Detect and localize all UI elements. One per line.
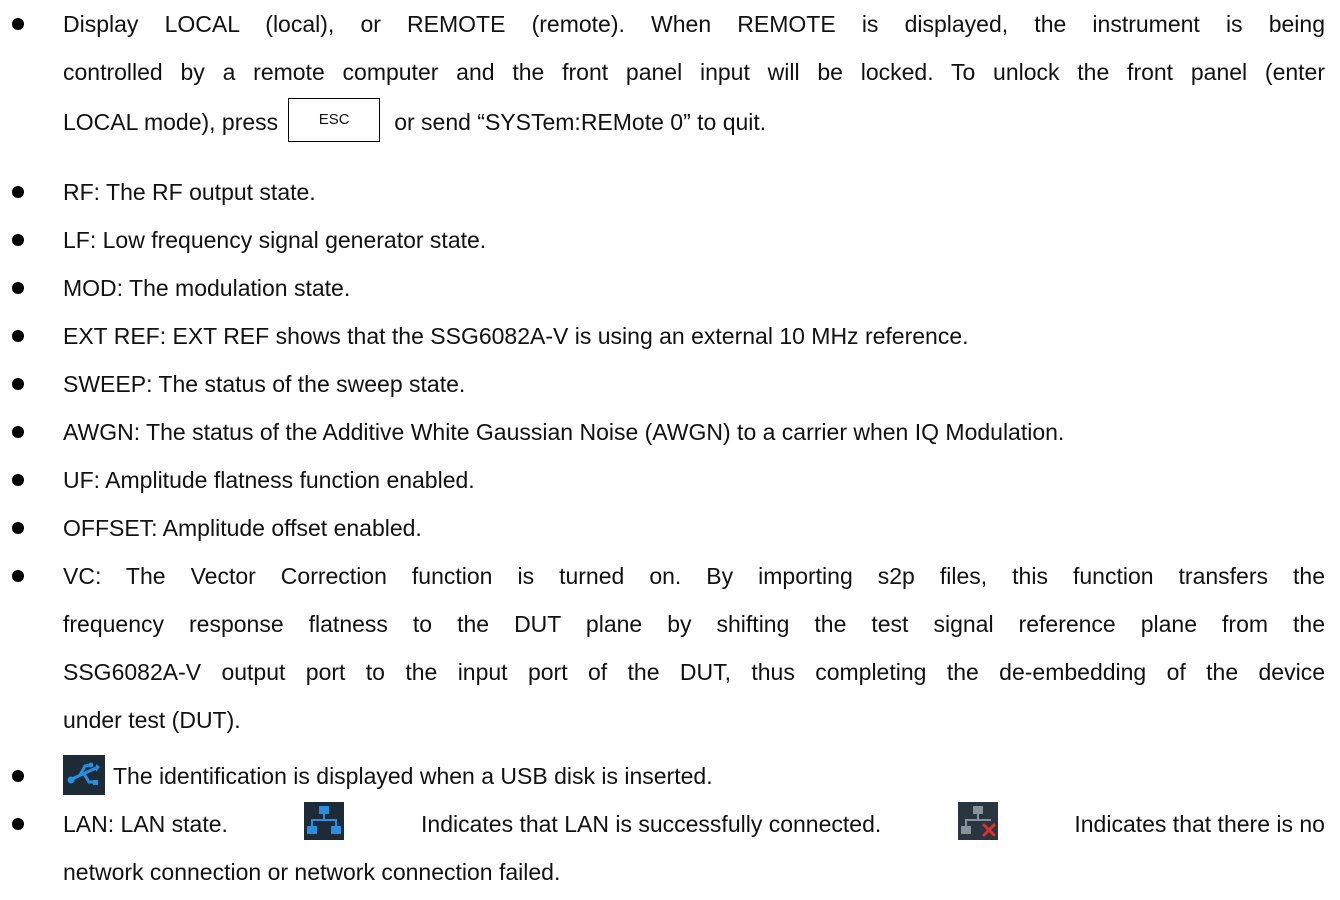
bullet-dot	[12, 818, 24, 830]
text-line: MOD: The modulation state.	[63, 275, 351, 301]
list-item-text: MOD: The modulation state.	[63, 264, 1325, 312]
list-item-text: EXT REF: EXT REF shows that the SSG6082A…	[63, 312, 1325, 360]
text-line: VC: The Vector Correction function is tu…	[63, 563, 1325, 589]
bullet-dot	[12, 234, 24, 246]
text-line: under test (DUT).	[63, 707, 241, 733]
text-line: Display LOCAL (local), or REMOTE (remote…	[63, 11, 1325, 37]
list-item-text: LF: Low frequency signal generator state…	[63, 216, 1325, 264]
bullet-dot	[12, 330, 24, 342]
text-line: EXT REF: EXT REF shows that the SSG6082A…	[63, 323, 969, 349]
bullet-dot	[12, 186, 24, 198]
list-item-text: AWGN: The status of the Additive White G…	[63, 408, 1325, 456]
text-line: OFFSET: Amplitude offset enabled.	[63, 515, 422, 541]
list-item-text: UF: Amplitude flatness function enabled.	[63, 456, 1325, 504]
text-segment: Indicates that LAN is successfully conne…	[421, 811, 882, 837]
list-item-text: VC: The Vector Correction function is tu…	[63, 552, 1325, 744]
bullet-dot	[12, 426, 24, 438]
bullet-dot	[12, 282, 24, 294]
list-item-text: OFFSET: Amplitude offset enabled.	[63, 504, 1325, 552]
list-item-text: LAN: LAN state. Indicates that LAN is su…	[63, 800, 1325, 896]
text-line: LAN: LAN state. Indicates that LAN is su…	[63, 800, 1325, 848]
usb-icon	[63, 754, 105, 795]
list-item-text: The identification is displayed when a U…	[63, 752, 1325, 800]
list-item-text: Display LOCAL (local), or REMOTE (remote…	[63, 0, 1325, 148]
text-line: frequency response flatness to the DUT p…	[63, 611, 1325, 637]
text-line: RF: The RF output state.	[63, 179, 316, 205]
text-line: network connection or network connection…	[63, 859, 561, 885]
text-line: LF: Low frequency signal generator state…	[63, 227, 487, 253]
text-line: UF: Amplitude flatness function enabled.	[63, 467, 475, 493]
bullet-dot	[12, 474, 24, 486]
text-line: SSG6082A-V output port to the input port…	[63, 659, 1325, 685]
lan-disconnected-icon	[957, 802, 998, 840]
text-line: The identification is displayed when a U…	[63, 752, 1325, 800]
text-segment: LAN: LAN state.	[63, 811, 228, 837]
bullet-dot	[12, 18, 24, 30]
text-segment: The identification is displayed when a U…	[113, 763, 713, 789]
esc-key-icon: ESC	[288, 97, 381, 142]
bullet-dot	[12, 522, 24, 534]
list-item-text: RF: The RF output state.	[63, 168, 1325, 216]
text-line: AWGN: The status of the Additive White G…	[63, 419, 1065, 445]
text-segment: LOCAL mode), press	[63, 109, 279, 135]
lan-connected-icon	[304, 802, 345, 840]
text-line: LOCAL mode), press ESC or send “SYSTem:REM…	[63, 96, 1325, 148]
text-segment: or send “SYSTem:REMote 0” to quit.	[394, 109, 767, 135]
text-line: SWEEP: The status of the sweep state.	[63, 371, 466, 397]
bullet-dot	[12, 570, 24, 582]
text-segment: Indicates that there is no	[1074, 811, 1325, 837]
bullet-dot	[12, 378, 24, 390]
text-line: controlled by a remote computer and the …	[63, 59, 1325, 85]
list-item-text: SWEEP: The status of the sweep state.	[63, 360, 1325, 408]
bullet-dot	[12, 770, 24, 782]
